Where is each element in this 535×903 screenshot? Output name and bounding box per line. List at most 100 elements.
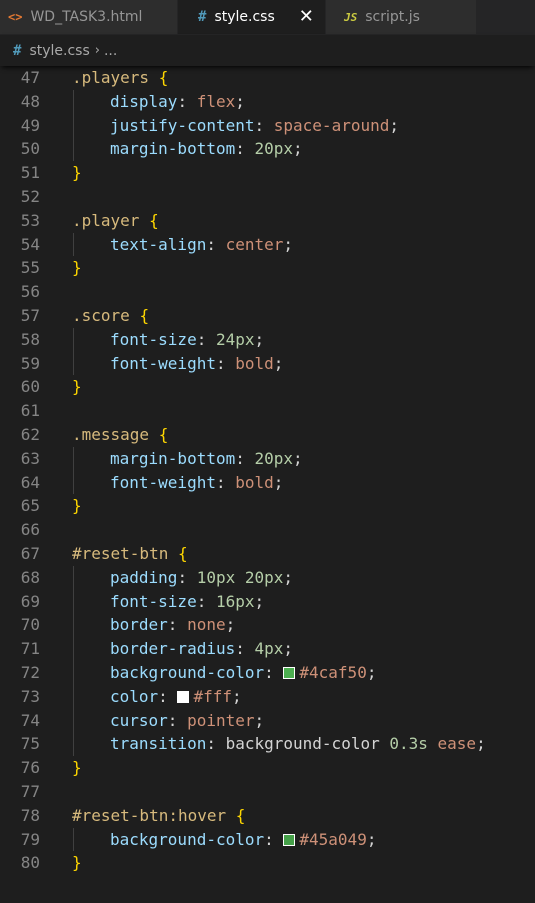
code-token: transition bbox=[110, 734, 207, 754]
line-number: 62 bbox=[20, 424, 40, 444]
code-token: 20px bbox=[244, 567, 284, 587]
code-line[interactable]: 53 .player { bbox=[0, 209, 535, 233]
indent-guide bbox=[73, 327, 74, 352]
indent-guide bbox=[73, 708, 74, 733]
color-swatch-icon[interactable] bbox=[283, 833, 296, 846]
line-number: 74 bbox=[20, 710, 40, 730]
line-number: 50 bbox=[20, 139, 40, 159]
line-number: 66 bbox=[20, 520, 40, 540]
code-token: : bbox=[206, 234, 226, 254]
code-token: : bbox=[264, 829, 284, 849]
code-text: .player { bbox=[72, 209, 159, 233]
code-token: { bbox=[158, 424, 169, 444]
code-token: { bbox=[177, 543, 188, 563]
code-token: bold bbox=[235, 353, 274, 373]
breadcrumb-file[interactable]: style.css bbox=[29, 43, 89, 59]
code-line[interactable]: 58 font-size: 24px; bbox=[0, 327, 535, 352]
code-token: ; bbox=[254, 591, 265, 611]
code-token: : bbox=[215, 472, 236, 492]
indent-guide bbox=[73, 565, 74, 590]
code-token: ; bbox=[366, 662, 377, 682]
code-token: background-color bbox=[110, 662, 265, 682]
code-line[interactable]: 78 #reset-btn:hover { bbox=[0, 804, 535, 828]
indent-guide bbox=[73, 232, 74, 257]
code-line[interactable]: 63 margin-bottom: 20px; bbox=[0, 446, 535, 471]
code-line[interactable]: 69 font-size: 16px; bbox=[0, 589, 535, 614]
line-number: 67 bbox=[20, 543, 40, 563]
tab-script-js[interactable]: JS script.js bbox=[326, 0, 477, 34]
indent-guide bbox=[73, 589, 74, 614]
line-number: 54 bbox=[20, 234, 40, 254]
code-token: ; bbox=[366, 829, 377, 849]
code-token: .message bbox=[72, 424, 150, 444]
code-editor[interactable]: 47 .players {48 display: flex; 49 justify-co… bbox=[0, 66, 535, 875]
code-text: justify-content: space-around; bbox=[110, 114, 399, 138]
code-token: margin-bottom bbox=[110, 139, 236, 159]
code-line[interactable]: 76} bbox=[0, 756, 535, 780]
code-line[interactable]: 72 background-color: #4caf50; bbox=[0, 660, 535, 685]
code-line[interactable]: 48 display: flex; bbox=[0, 89, 535, 114]
code-token: } bbox=[72, 496, 82, 516]
tab-wd-task3-html[interactable]: <> WD_TASK3.html bbox=[0, 0, 178, 34]
code-token: margin-bottom bbox=[110, 448, 236, 468]
code-token: { bbox=[139, 305, 150, 325]
code-line[interactable]: 71 border-radius: 4px; bbox=[0, 637, 535, 661]
color-swatch-icon[interactable] bbox=[177, 690, 190, 703]
code-token: center bbox=[225, 234, 284, 254]
code-line[interactable]: 73 color: #fff; bbox=[0, 684, 535, 709]
code-line[interactable]: 75 transition: background-color 0.3s ease… bbox=[0, 732, 535, 757]
code-token: } bbox=[72, 258, 82, 278]
code-line[interactable]: 79 background-color: #45a049; bbox=[0, 827, 535, 852]
code-line[interactable]: 66 bbox=[0, 518, 535, 542]
code-token: ; bbox=[476, 734, 486, 754]
code-line[interactable]: 77 bbox=[0, 780, 535, 804]
code-text: } bbox=[72, 256, 82, 280]
code-line[interactable]: 61 bbox=[0, 399, 535, 423]
code-text: cursor: pointer; bbox=[110, 709, 264, 733]
code-line[interactable]: 49 justify-content: space-around; bbox=[0, 113, 535, 138]
code-token: #4caf50 bbox=[299, 662, 367, 682]
code-line[interactable]: 67 #reset-btn { bbox=[0, 542, 535, 566]
indent-guide bbox=[73, 351, 74, 376]
code-token: : bbox=[167, 710, 188, 730]
code-text: display: flex; bbox=[110, 90, 245, 114]
code-line[interactable]: 51} bbox=[0, 161, 535, 185]
code-line[interactable]: 68 padding: 10px 20px; bbox=[0, 565, 535, 590]
code-token: border bbox=[110, 615, 168, 635]
line-number: 71 bbox=[20, 639, 40, 659]
code-line[interactable]: 47 .players { bbox=[0, 66, 535, 90]
code-token: border-radius bbox=[110, 639, 236, 659]
code-token: ; bbox=[389, 115, 399, 135]
code-token: font-size bbox=[110, 329, 197, 349]
code-line[interactable]: 74 cursor: pointer; bbox=[0, 708, 535, 733]
code-line[interactable]: 60} bbox=[0, 375, 535, 399]
code-text: border: none; bbox=[110, 613, 235, 637]
close-icon[interactable]: ✕ bbox=[299, 8, 314, 26]
line-number: 80 bbox=[20, 853, 40, 873]
code-line[interactable]: 56 bbox=[0, 280, 535, 304]
code-line[interactable]: 70 border: none; bbox=[0, 613, 535, 638]
code-token: } bbox=[72, 163, 82, 183]
code-line[interactable]: 64 font-weight: bold; bbox=[0, 470, 535, 495]
tab-style-css[interactable]: # style.css ✕ bbox=[178, 0, 326, 34]
code-line[interactable]: 54 text-align: center; bbox=[0, 232, 535, 257]
code-line[interactable]: 65} bbox=[0, 494, 535, 518]
indent-guide bbox=[73, 827, 74, 852]
code-token: font-weight bbox=[110, 472, 216, 492]
line-number: 59 bbox=[20, 353, 40, 373]
code-text: text-align: center; bbox=[110, 233, 293, 257]
breadcrumb-more[interactable]: ... bbox=[104, 43, 117, 59]
code-line[interactable]: 80} bbox=[0, 851, 535, 875]
code-line[interactable]: 62 .message { bbox=[0, 423, 535, 447]
code-line[interactable]: 55} bbox=[0, 256, 535, 280]
code-line[interactable]: 52 bbox=[0, 185, 535, 209]
code-token: #45a049 bbox=[299, 829, 367, 849]
code-token: background-color bbox=[225, 734, 390, 754]
code-line[interactable]: 57 .score { bbox=[0, 304, 535, 328]
code-line[interactable]: 50 margin-bottom: 20px; bbox=[0, 137, 535, 162]
color-swatch-icon[interactable] bbox=[283, 666, 296, 679]
code-line[interactable]: 59 font-weight: bold; bbox=[0, 351, 535, 376]
